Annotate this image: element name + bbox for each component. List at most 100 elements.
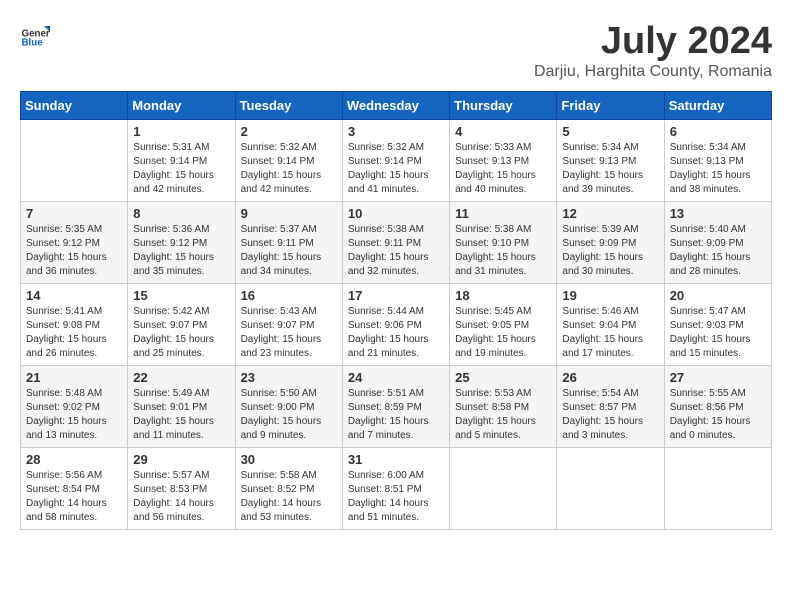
table-row: 9 Sunrise: 5:37 AM Sunset: 9:11 PM Dayli… xyxy=(235,202,342,284)
table-row: 22 Sunrise: 5:49 AM Sunset: 9:01 PM Dayl… xyxy=(128,366,235,448)
day-number: 27 xyxy=(670,370,766,385)
day-info: Sunrise: 5:37 AM Sunset: 9:11 PM Dayligh… xyxy=(241,223,337,279)
table-row: 2 Sunrise: 5:32 AM Sunset: 9:14 PM Dayli… xyxy=(235,120,342,202)
table-row xyxy=(450,448,557,530)
table-row: 10 Sunrise: 5:38 AM Sunset: 9:11 PM Dayl… xyxy=(342,202,449,284)
day-info: Sunrise: 5:33 AM Sunset: 9:13 PM Dayligh… xyxy=(455,141,551,197)
calendar-header-row: Sunday Monday Tuesday Wednesday Thursday… xyxy=(21,92,772,120)
table-row: 24 Sunrise: 5:51 AM Sunset: 8:59 PM Dayl… xyxy=(342,366,449,448)
day-number: 5 xyxy=(562,124,658,139)
day-info: Sunrise: 5:44 AM Sunset: 9:06 PM Dayligh… xyxy=(348,305,444,361)
day-number: 24 xyxy=(348,370,444,385)
table-row xyxy=(664,448,771,530)
day-number: 21 xyxy=(26,370,122,385)
day-number: 23 xyxy=(241,370,337,385)
day-number: 30 xyxy=(241,452,337,467)
main-title: July 2024 xyxy=(534,20,772,63)
day-number: 19 xyxy=(562,288,658,303)
day-number: 15 xyxy=(133,288,229,303)
calendar-week-row: 28 Sunrise: 5:56 AM Sunset: 8:54 PM Dayl… xyxy=(21,448,772,530)
day-info: Sunrise: 5:36 AM Sunset: 9:12 PM Dayligh… xyxy=(133,223,229,279)
table-row: 28 Sunrise: 5:56 AM Sunset: 8:54 PM Dayl… xyxy=(21,448,128,530)
day-number: 25 xyxy=(455,370,551,385)
table-row: 19 Sunrise: 5:46 AM Sunset: 9:04 PM Dayl… xyxy=(557,284,664,366)
day-number: 20 xyxy=(670,288,766,303)
calendar-table: Sunday Monday Tuesday Wednesday Thursday… xyxy=(20,91,772,530)
table-row: 15 Sunrise: 5:42 AM Sunset: 9:07 PM Dayl… xyxy=(128,284,235,366)
table-row: 17 Sunrise: 5:44 AM Sunset: 9:06 PM Dayl… xyxy=(342,284,449,366)
table-row: 3 Sunrise: 5:32 AM Sunset: 9:14 PM Dayli… xyxy=(342,120,449,202)
table-row: 18 Sunrise: 5:45 AM Sunset: 9:05 PM Dayl… xyxy=(450,284,557,366)
page-header: General Blue July 2024 Darjiu, Harghita … xyxy=(20,20,772,81)
title-section: July 2024 Darjiu, Harghita County, Roman… xyxy=(534,20,772,81)
table-row: 11 Sunrise: 5:38 AM Sunset: 9:10 PM Dayl… xyxy=(450,202,557,284)
day-info: Sunrise: 5:56 AM Sunset: 8:54 PM Dayligh… xyxy=(26,469,122,525)
day-info: Sunrise: 5:58 AM Sunset: 8:52 PM Dayligh… xyxy=(241,469,337,525)
day-info: Sunrise: 5:39 AM Sunset: 9:09 PM Dayligh… xyxy=(562,223,658,279)
day-info: Sunrise: 5:34 AM Sunset: 9:13 PM Dayligh… xyxy=(670,141,766,197)
table-row xyxy=(557,448,664,530)
day-info: Sunrise: 5:54 AM Sunset: 8:57 PM Dayligh… xyxy=(562,387,658,443)
day-number: 31 xyxy=(348,452,444,467)
day-info: Sunrise: 5:40 AM Sunset: 9:09 PM Dayligh… xyxy=(670,223,766,279)
table-row: 4 Sunrise: 5:33 AM Sunset: 9:13 PM Dayli… xyxy=(450,120,557,202)
table-row: 25 Sunrise: 5:53 AM Sunset: 8:58 PM Dayl… xyxy=(450,366,557,448)
day-number: 10 xyxy=(348,206,444,221)
logo: General Blue xyxy=(20,20,50,50)
day-number: 6 xyxy=(670,124,766,139)
day-info: Sunrise: 5:50 AM Sunset: 9:00 PM Dayligh… xyxy=(241,387,337,443)
table-row: 13 Sunrise: 5:40 AM Sunset: 9:09 PM Dayl… xyxy=(664,202,771,284)
day-number: 1 xyxy=(133,124,229,139)
calendar-week-row: 21 Sunrise: 5:48 AM Sunset: 9:02 PM Dayl… xyxy=(21,366,772,448)
day-info: Sunrise: 5:51 AM Sunset: 8:59 PM Dayligh… xyxy=(348,387,444,443)
day-info: Sunrise: 5:41 AM Sunset: 9:08 PM Dayligh… xyxy=(26,305,122,361)
day-number: 17 xyxy=(348,288,444,303)
header-saturday: Saturday xyxy=(664,92,771,120)
subtitle: Darjiu, Harghita County, Romania xyxy=(534,63,772,81)
table-row: 14 Sunrise: 5:41 AM Sunset: 9:08 PM Dayl… xyxy=(21,284,128,366)
day-info: Sunrise: 5:32 AM Sunset: 9:14 PM Dayligh… xyxy=(241,141,337,197)
day-info: Sunrise: 5:38 AM Sunset: 9:10 PM Dayligh… xyxy=(455,223,551,279)
table-row: 12 Sunrise: 5:39 AM Sunset: 9:09 PM Dayl… xyxy=(557,202,664,284)
day-number: 3 xyxy=(348,124,444,139)
day-info: Sunrise: 5:31 AM Sunset: 9:14 PM Dayligh… xyxy=(133,141,229,197)
table-row: 29 Sunrise: 5:57 AM Sunset: 8:53 PM Dayl… xyxy=(128,448,235,530)
day-info: Sunrise: 5:55 AM Sunset: 8:56 PM Dayligh… xyxy=(670,387,766,443)
header-wednesday: Wednesday xyxy=(342,92,449,120)
calendar-week-row: 7 Sunrise: 5:35 AM Sunset: 9:12 PM Dayli… xyxy=(21,202,772,284)
day-number: 14 xyxy=(26,288,122,303)
day-number: 9 xyxy=(241,206,337,221)
day-info: Sunrise: 5:34 AM Sunset: 9:13 PM Dayligh… xyxy=(562,141,658,197)
header-tuesday: Tuesday xyxy=(235,92,342,120)
table-row: 6 Sunrise: 5:34 AM Sunset: 9:13 PM Dayli… xyxy=(664,120,771,202)
day-info: Sunrise: 5:38 AM Sunset: 9:11 PM Dayligh… xyxy=(348,223,444,279)
day-number: 18 xyxy=(455,288,551,303)
table-row: 30 Sunrise: 5:58 AM Sunset: 8:52 PM Dayl… xyxy=(235,448,342,530)
day-info: Sunrise: 5:35 AM Sunset: 9:12 PM Dayligh… xyxy=(26,223,122,279)
day-number: 16 xyxy=(241,288,337,303)
calendar-week-row: 14 Sunrise: 5:41 AM Sunset: 9:08 PM Dayl… xyxy=(21,284,772,366)
table-row: 16 Sunrise: 5:43 AM Sunset: 9:07 PM Dayl… xyxy=(235,284,342,366)
table-row: 20 Sunrise: 5:47 AM Sunset: 9:03 PM Dayl… xyxy=(664,284,771,366)
table-row: 26 Sunrise: 5:54 AM Sunset: 8:57 PM Dayl… xyxy=(557,366,664,448)
day-number: 26 xyxy=(562,370,658,385)
day-number: 28 xyxy=(26,452,122,467)
day-number: 2 xyxy=(241,124,337,139)
logo-icon: General Blue xyxy=(20,20,50,50)
table-row: 31 Sunrise: 6:00 AM Sunset: 8:51 PM Dayl… xyxy=(342,448,449,530)
table-row: 1 Sunrise: 5:31 AM Sunset: 9:14 PM Dayli… xyxy=(128,120,235,202)
table-row: 27 Sunrise: 5:55 AM Sunset: 8:56 PM Dayl… xyxy=(664,366,771,448)
day-info: Sunrise: 5:47 AM Sunset: 9:03 PM Dayligh… xyxy=(670,305,766,361)
day-info: Sunrise: 5:49 AM Sunset: 9:01 PM Dayligh… xyxy=(133,387,229,443)
table-row: 21 Sunrise: 5:48 AM Sunset: 9:02 PM Dayl… xyxy=(21,366,128,448)
day-info: Sunrise: 5:42 AM Sunset: 9:07 PM Dayligh… xyxy=(133,305,229,361)
svg-text:Blue: Blue xyxy=(22,38,44,49)
day-info: Sunrise: 5:53 AM Sunset: 8:58 PM Dayligh… xyxy=(455,387,551,443)
table-row: 8 Sunrise: 5:36 AM Sunset: 9:12 PM Dayli… xyxy=(128,202,235,284)
table-row xyxy=(21,120,128,202)
day-number: 8 xyxy=(133,206,229,221)
header-thursday: Thursday xyxy=(450,92,557,120)
table-row: 7 Sunrise: 5:35 AM Sunset: 9:12 PM Dayli… xyxy=(21,202,128,284)
table-row: 5 Sunrise: 5:34 AM Sunset: 9:13 PM Dayli… xyxy=(557,120,664,202)
header-friday: Friday xyxy=(557,92,664,120)
